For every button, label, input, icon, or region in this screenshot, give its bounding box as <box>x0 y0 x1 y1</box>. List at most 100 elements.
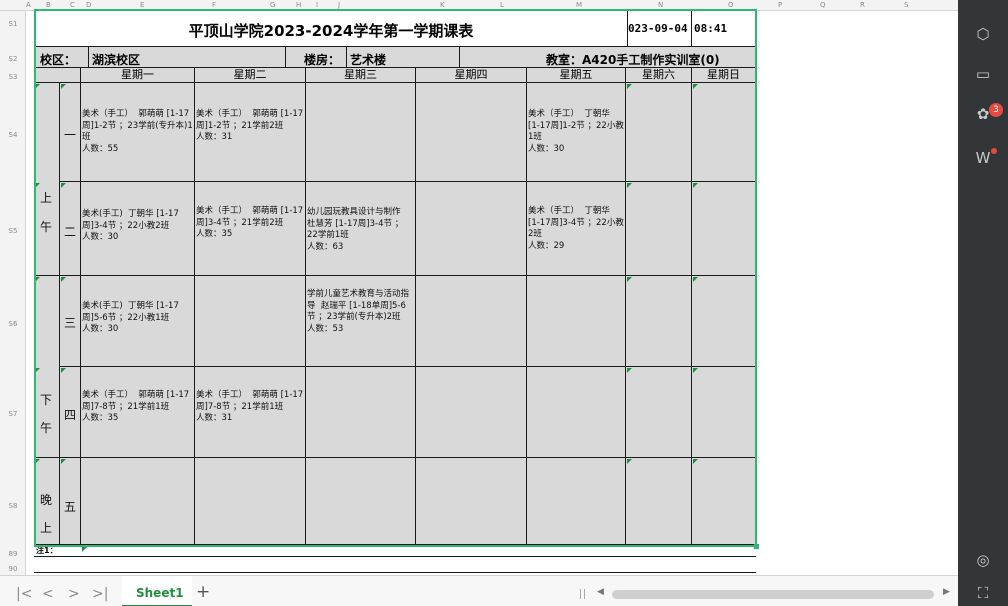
column-letter-h[interactable]: H <box>296 0 301 10</box>
row-number-3[interactable]: S4 <box>0 131 26 139</box>
course-cell-r4-mon[interactable]: 美术（手工） 郭萌萌 [1-17周]7-8节 ；21学前1班 人数：35 <box>81 367 195 458</box>
course-cell-r1-wed[interactable] <box>306 83 416 182</box>
row-number-2[interactable]: S3 <box>0 73 26 81</box>
compass-icon[interactable]: ◎ <box>973 550 993 570</box>
course-cell-r2-wed[interactable]: 幼儿园玩教具设计与制作 杜慧芳 [1-17周]3-4节 ；22学前1班 人数：6… <box>306 182 416 276</box>
course-cell-r4-sun[interactable] <box>692 367 756 458</box>
period-label-1[interactable]: 一 <box>60 83 81 182</box>
day-header-sat[interactable]: 星期六 <box>626 68 692 83</box>
course-cell-r3-mon[interactable]: 美术(手工) 丁朝华 [1-17周]5-6节 ；22小教1班 人数：30 <box>81 276 195 367</box>
column-letter-k[interactable]: K <box>440 0 445 10</box>
course-cell-r5-wed[interactable] <box>306 458 416 545</box>
period-label-4[interactable]: 四 <box>60 367 81 458</box>
row-number-9[interactable]: 90 <box>0 565 26 573</box>
course-cell-r1-mon[interactable]: 美术（手工） 郭萌萌 [1-17周]1-2节 ；23学前(专升本)1班 人数：5… <box>81 83 195 182</box>
day-header-sun[interactable]: 星期日 <box>692 68 756 83</box>
scroll-right-icon[interactable]: ▶ <box>943 587 950 597</box>
next-sheet-icon[interactable]: > <box>68 586 80 602</box>
column-letter-l[interactable]: L <box>500 0 504 10</box>
course-cell-r5-fri[interactable] <box>527 458 626 545</box>
morning-section-cell[interactable]: 上 午 <box>34 83 60 276</box>
afternoon-section-cell[interactable]: 下 午 <box>34 276 60 458</box>
row-number-1[interactable]: S2 <box>0 55 26 63</box>
evening-section-cell[interactable]: 晚 上 <box>34 458 60 545</box>
prev-sheet-icon[interactable]: < <box>42 586 54 602</box>
column-letter-f[interactable]: F <box>212 0 216 10</box>
cube-icon[interactable]: ⬡ <box>973 24 993 44</box>
course-cell-r1-thu[interactable] <box>416 83 527 182</box>
period-label-3[interactable]: 三 <box>60 276 81 367</box>
column-letter-n[interactable]: N <box>658 0 663 10</box>
title-cell[interactable]: 平顶山学院2023-2024学年第一学期课表 <box>34 11 628 47</box>
day-header-fri[interactable]: 星期五 <box>527 68 626 83</box>
column-letter-c[interactable]: C <box>70 0 75 10</box>
split-handle-icon[interactable] <box>580 589 585 599</box>
corner-header[interactable] <box>34 68 81 83</box>
course-cell-r1-tue[interactable]: 美术（手工） 郭萌萌 [1-17周]1-2节 ；21学前2班 人数：31 <box>195 83 306 182</box>
course-cell-r4-sat[interactable] <box>626 367 692 458</box>
course-cell-r4-tue[interactable]: 美术（手工） 郭萌萌 [1-17周]7-8节 ；21学前1班 人数：31 <box>195 367 306 458</box>
course-cell-r3-tue[interactable] <box>195 276 306 367</box>
column-letter-j[interactable]: J <box>338 0 340 10</box>
course-cell-r3-sun[interactable] <box>692 276 756 367</box>
selection-fill-handle[interactable] <box>754 544 759 549</box>
note-row[interactable]: 注1： <box>34 546 756 557</box>
course-cell-r2-tue[interactable]: 美术（手工） 郭萌萌 [1-17周]3-4节 ；21学前2班 人数：35 <box>195 182 306 276</box>
course-cell-r4-thu[interactable] <box>416 367 527 458</box>
column-letter-d[interactable]: D <box>86 0 91 10</box>
building-cell[interactable]: 艺术楼 <box>346 47 460 68</box>
day-header-wed[interactable]: 星期三 <box>306 68 416 83</box>
course-cell-r2-thu[interactable] <box>416 182 527 276</box>
folder-icon[interactable]: ▭ <box>973 64 993 84</box>
add-sheet-button[interactable]: + <box>196 582 210 602</box>
course-cell-r2-fri[interactable]: 美术（手工） 丁朝华 [1-17周]3-4节 ；22小教2班 人数：29 <box>527 182 626 276</box>
day-header-thu[interactable]: 星期四 <box>416 68 527 83</box>
fullscreen-icon[interactable]: ⛶ <box>973 583 993 603</box>
column-letter-g[interactable]: G <box>270 0 275 10</box>
course-cell-r5-thu[interactable] <box>416 458 527 545</box>
course-cell-r4-fri[interactable] <box>527 367 626 458</box>
course-cell-r2-sat[interactable] <box>626 182 692 276</box>
sheet-grid[interactable]: 平顶山学院2023-2024学年第一学期课表 023-09-04 08:41 校… <box>26 11 958 575</box>
course-cell-r3-fri[interactable] <box>527 276 626 367</box>
column-letter-o[interactable]: O <box>728 0 734 10</box>
course-cell-r2-sun[interactable] <box>692 182 756 276</box>
date-cell[interactable]: 023-09-04 <box>628 11 692 47</box>
period-label-2[interactable]: 二 <box>60 182 81 276</box>
campus-cell[interactable]: 湖滨校区 <box>88 47 286 68</box>
column-letter-s[interactable]: S <box>904 0 908 10</box>
column-letter-r[interactable]: R <box>860 0 865 10</box>
row-number-7[interactable]: S8 <box>0 502 26 510</box>
row-number-0[interactable]: S1 <box>0 20 26 28</box>
course-cell-r5-mon[interactable] <box>81 458 195 545</box>
course-cell-r2-mon[interactable]: 美术(手工) 丁朝华 [1-17周]3-4节 ；22小教2班 人数：30 <box>81 182 195 276</box>
last-sheet-icon[interactable]: >| <box>92 586 108 602</box>
column-letter-e[interactable]: E <box>140 0 144 10</box>
course-cell-r5-sat[interactable] <box>626 458 692 545</box>
first-sheet-icon[interactable]: |< <box>16 586 32 602</box>
empty-row-90[interactable] <box>34 557 756 573</box>
row-number-5[interactable]: S6 <box>0 320 26 328</box>
time-cell[interactable]: 08:41 <box>692 11 756 47</box>
scroll-left-icon[interactable]: ◀ <box>597 587 604 597</box>
horizontal-scrollbar[interactable] <box>612 590 934 599</box>
column-letter-a[interactable]: A <box>26 0 31 10</box>
course-cell-r3-thu[interactable] <box>416 276 527 367</box>
course-cell-r1-fri[interactable]: 美术（手工） 丁朝华 [1-17周]1-2节 ；22小教1班 人数：30 <box>527 83 626 182</box>
row-number-6[interactable]: S7 <box>0 410 26 418</box>
course-cell-r3-wed[interactable]: 学前儿童艺术教育与活动指导 赵瑞平 [1-18单周]5-6节 ；23学前(专升本… <box>306 276 416 367</box>
course-cell-r4-wed[interactable] <box>306 367 416 458</box>
row-number-4[interactable]: S5 <box>0 227 26 235</box>
course-cell-r1-sat[interactable] <box>626 83 692 182</box>
column-letter-m[interactable]: M <box>576 0 582 10</box>
course-cell-r5-tue[interactable] <box>195 458 306 545</box>
course-cell-r5-sun[interactable] <box>692 458 756 545</box>
day-header-mon[interactable]: 星期一 <box>81 68 195 83</box>
sheet-tab-sheet1[interactable]: Sheet1 <box>122 576 192 606</box>
column-letter-p[interactable]: P <box>778 0 782 10</box>
column-letter-b[interactable]: B <box>46 0 51 10</box>
period-label-5[interactable]: 五 <box>60 458 81 545</box>
course-cell-r1-sun[interactable] <box>692 83 756 182</box>
course-cell-r3-sat[interactable] <box>626 276 692 367</box>
row-number-8[interactable]: 89 <box>0 550 26 558</box>
